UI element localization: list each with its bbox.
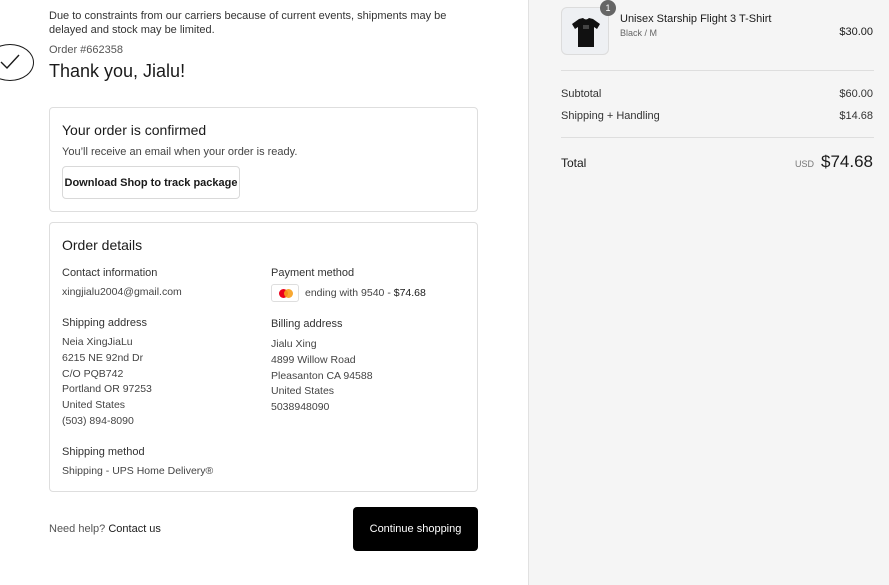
- billing-address: Jialu Xing 4899 Willow Road Pleasanton C…: [271, 337, 373, 416]
- total-value: $74.68: [821, 152, 873, 171]
- product-variant: Black / M: [620, 28, 658, 38]
- address-line: 4899 Willow Road: [271, 353, 356, 366]
- address-line: Pleasanton CA 94588: [271, 369, 373, 382]
- billing-address-label: Billing address: [271, 318, 343, 330]
- product-name: Unisex Starship Flight 3 T-Shirt: [620, 13, 772, 25]
- order-details-title: Order details: [62, 237, 143, 253]
- contact-info-label: Contact information: [62, 267, 158, 279]
- address-line: 6215 NE 92nd Dr: [62, 351, 144, 364]
- help-label: Need help?: [49, 523, 106, 535]
- total-label: Total: [561, 156, 587, 170]
- address-line: United States: [271, 385, 335, 398]
- shipping-label: Shipping + Handling: [561, 110, 660, 122]
- address-line: C/O PQB742: [62, 367, 124, 380]
- address-line: (503) 894-8090: [62, 414, 134, 427]
- address-line: Neia XingJiaLu: [62, 336, 133, 348]
- order-details-card: Order details Contact information xingji…: [49, 222, 478, 492]
- confirmation-text: You’ll receive an email when your order …: [62, 146, 298, 158]
- order-number: Order #662358: [49, 44, 123, 56]
- divider: [561, 137, 874, 138]
- payment-method: ending with 9540 - $74.68: [271, 284, 426, 302]
- product-price: $30.00: [839, 26, 873, 38]
- address-line: 5038948090: [271, 401, 330, 414]
- address-line: United States: [62, 399, 126, 412]
- confirmation-card: Your order is confirmed You’ll receive a…: [49, 107, 478, 212]
- address-line: Portland OR 97253: [62, 383, 152, 396]
- shipping-address: Neia XingJiaLu 6215 NE 92nd Dr C/O PQB74…: [62, 335, 152, 430]
- shipping-method-label: Shipping method: [62, 446, 145, 458]
- divider: [561, 70, 874, 71]
- payment-ending: ending with 9540 -: [305, 287, 394, 299]
- shipping-method: Shipping - UPS Home Delivery®: [62, 465, 214, 477]
- continue-shopping-button[interactable]: Continue shopping: [353, 507, 478, 551]
- quantity-badge: 1: [600, 0, 616, 16]
- total: USD $74.68: [795, 152, 873, 172]
- currency-code: USD: [794, 159, 814, 169]
- subtotal-label: Subtotal: [561, 88, 602, 100]
- shipping-value: $14.68: [839, 110, 873, 122]
- mastercard-icon: [271, 284, 299, 302]
- payment-amount: $74.68: [393, 287, 426, 299]
- shipping-notice: Due to constraints from our carriers bec…: [49, 10, 447, 36]
- main-content: Due to constraints from our carriers bec…: [0, 0, 528, 585]
- contact-email: xingjialu2004@gmail.com: [62, 286, 182, 298]
- address-line: Jialu Xing: [271, 338, 317, 350]
- contact-us-link[interactable]: Contact us: [108, 523, 161, 535]
- confirmation-title: Your order is confirmed: [62, 122, 207, 138]
- shipping-address-label: Shipping address: [62, 317, 148, 329]
- page-title: Thank you, Jialu!: [49, 61, 186, 81]
- order-summary: 1 Unisex Starship Flight 3 T-Shirt Black…: [528, 0, 889, 585]
- download-shop-button[interactable]: Download Shop to track package: [62, 166, 240, 199]
- help-text: Need help? Contact us: [49, 523, 161, 535]
- check-icon: [0, 44, 34, 81]
- product-image: [561, 7, 609, 55]
- subtotal-value: $60.00: [839, 88, 873, 100]
- payment-method-label: Payment method: [271, 267, 355, 279]
